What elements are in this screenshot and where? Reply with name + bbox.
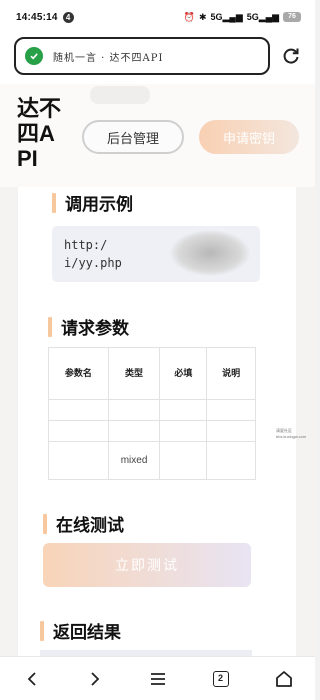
web-page: 达不四API 后台管理 申请密钥 调用示例 http:/p i/yy.php 请… [0,84,315,656]
home-button[interactable] [264,659,304,699]
table-cell [48,399,109,421]
table-cell [159,399,208,421]
alarm-icon: ⏰ [183,11,195,22]
section-title-text: 调用示例 [65,195,133,214]
site-logo[interactable]: 达不四API [17,96,69,171]
header-description: 说明 [206,347,256,400]
address-bar[interactable]: 随机一言 · 达不四API [14,37,270,75]
battery-indicator: 76 [283,12,301,22]
blurred-area [90,86,150,104]
browser-bottom-nav: 2 [0,656,315,700]
chevron-right-icon [90,671,99,686]
table-row [48,420,256,442]
notification-badge: 4 [62,11,74,23]
section-request-params: 请求参数 [48,314,129,339]
back-button[interactable] [12,659,52,699]
menu-icon [150,672,165,685]
table-cell [107,420,161,442]
table-cell [159,420,208,442]
table-header-row: 参数名 类型 必填 说明 [48,347,256,400]
section-usage-example: 调用示例 [52,190,133,215]
section-online-test: 在线测试 [43,511,124,536]
tabs-button[interactable]: 2 [201,659,241,699]
site-header: 达不四API 后台管理 申请密钥 [0,84,315,187]
test-now-button[interactable]: 立即测试 [43,543,251,587]
header-param-name: 参数名 [48,347,109,400]
section-title-text: 请求参数 [61,319,129,338]
table-cell [107,399,161,421]
redaction-scribble [170,230,250,276]
table-cell [206,441,256,480]
watermark: 清夏社区 bbs.liuxingw.com [276,428,307,439]
table-cell [159,441,208,480]
table-row: mixed [48,441,256,480]
table-cell: mixed [107,441,161,480]
status-time: 14:45:14 [16,11,58,23]
code-example-box[interactable]: http:/p i/yy.php [52,226,260,282]
section-accent-bar [43,513,47,534]
section-accent-bar [40,620,44,641]
secure-shield-icon [25,47,43,65]
table-row [48,399,256,421]
header-type: 类型 [107,347,161,400]
signal-icon-a: 5G▂▄▆ [210,11,243,22]
forward-button[interactable] [75,659,115,699]
browser-toolbar: 随机一言 · 达不四API [0,34,315,84]
table-cell [206,420,256,442]
home-icon [275,670,292,687]
page-title-in-address-bar: 随机一言 · 达不四API [53,52,164,64]
bluetooth-icon: ✱ [198,11,207,22]
signal-icon-b: 5G▂▄▆ [246,11,279,22]
table-cell [206,399,256,421]
chevron-left-icon [27,671,36,686]
menu-button[interactable] [138,659,178,699]
section-title-text: 在线测试 [56,516,124,535]
section-accent-bar [52,192,56,213]
tab-count-icon: 2 [212,670,229,687]
table-cell [48,441,109,480]
section-return-result: 返回结果 [40,618,121,643]
table-cell [48,420,109,442]
status-icons: ⏰ ✱ 5G▂▄▆ 5G▂▄▆ 76 [184,12,301,23]
admin-button[interactable]: 后台管理 [82,120,184,154]
header-required: 必填 [159,347,208,400]
params-table: 参数名 类型 必填 说明 mixed [48,347,256,480]
apply-key-button[interactable]: 申请密钥 [199,120,299,154]
reload-icon[interactable] [281,46,301,66]
section-accent-bar [48,316,52,337]
section-title-text: 返回结果 [53,623,121,642]
status-bar: 14:45:14 4 ⏰ ✱ 5G▂▄▆ 5G▂▄▆ 76 [0,0,315,34]
